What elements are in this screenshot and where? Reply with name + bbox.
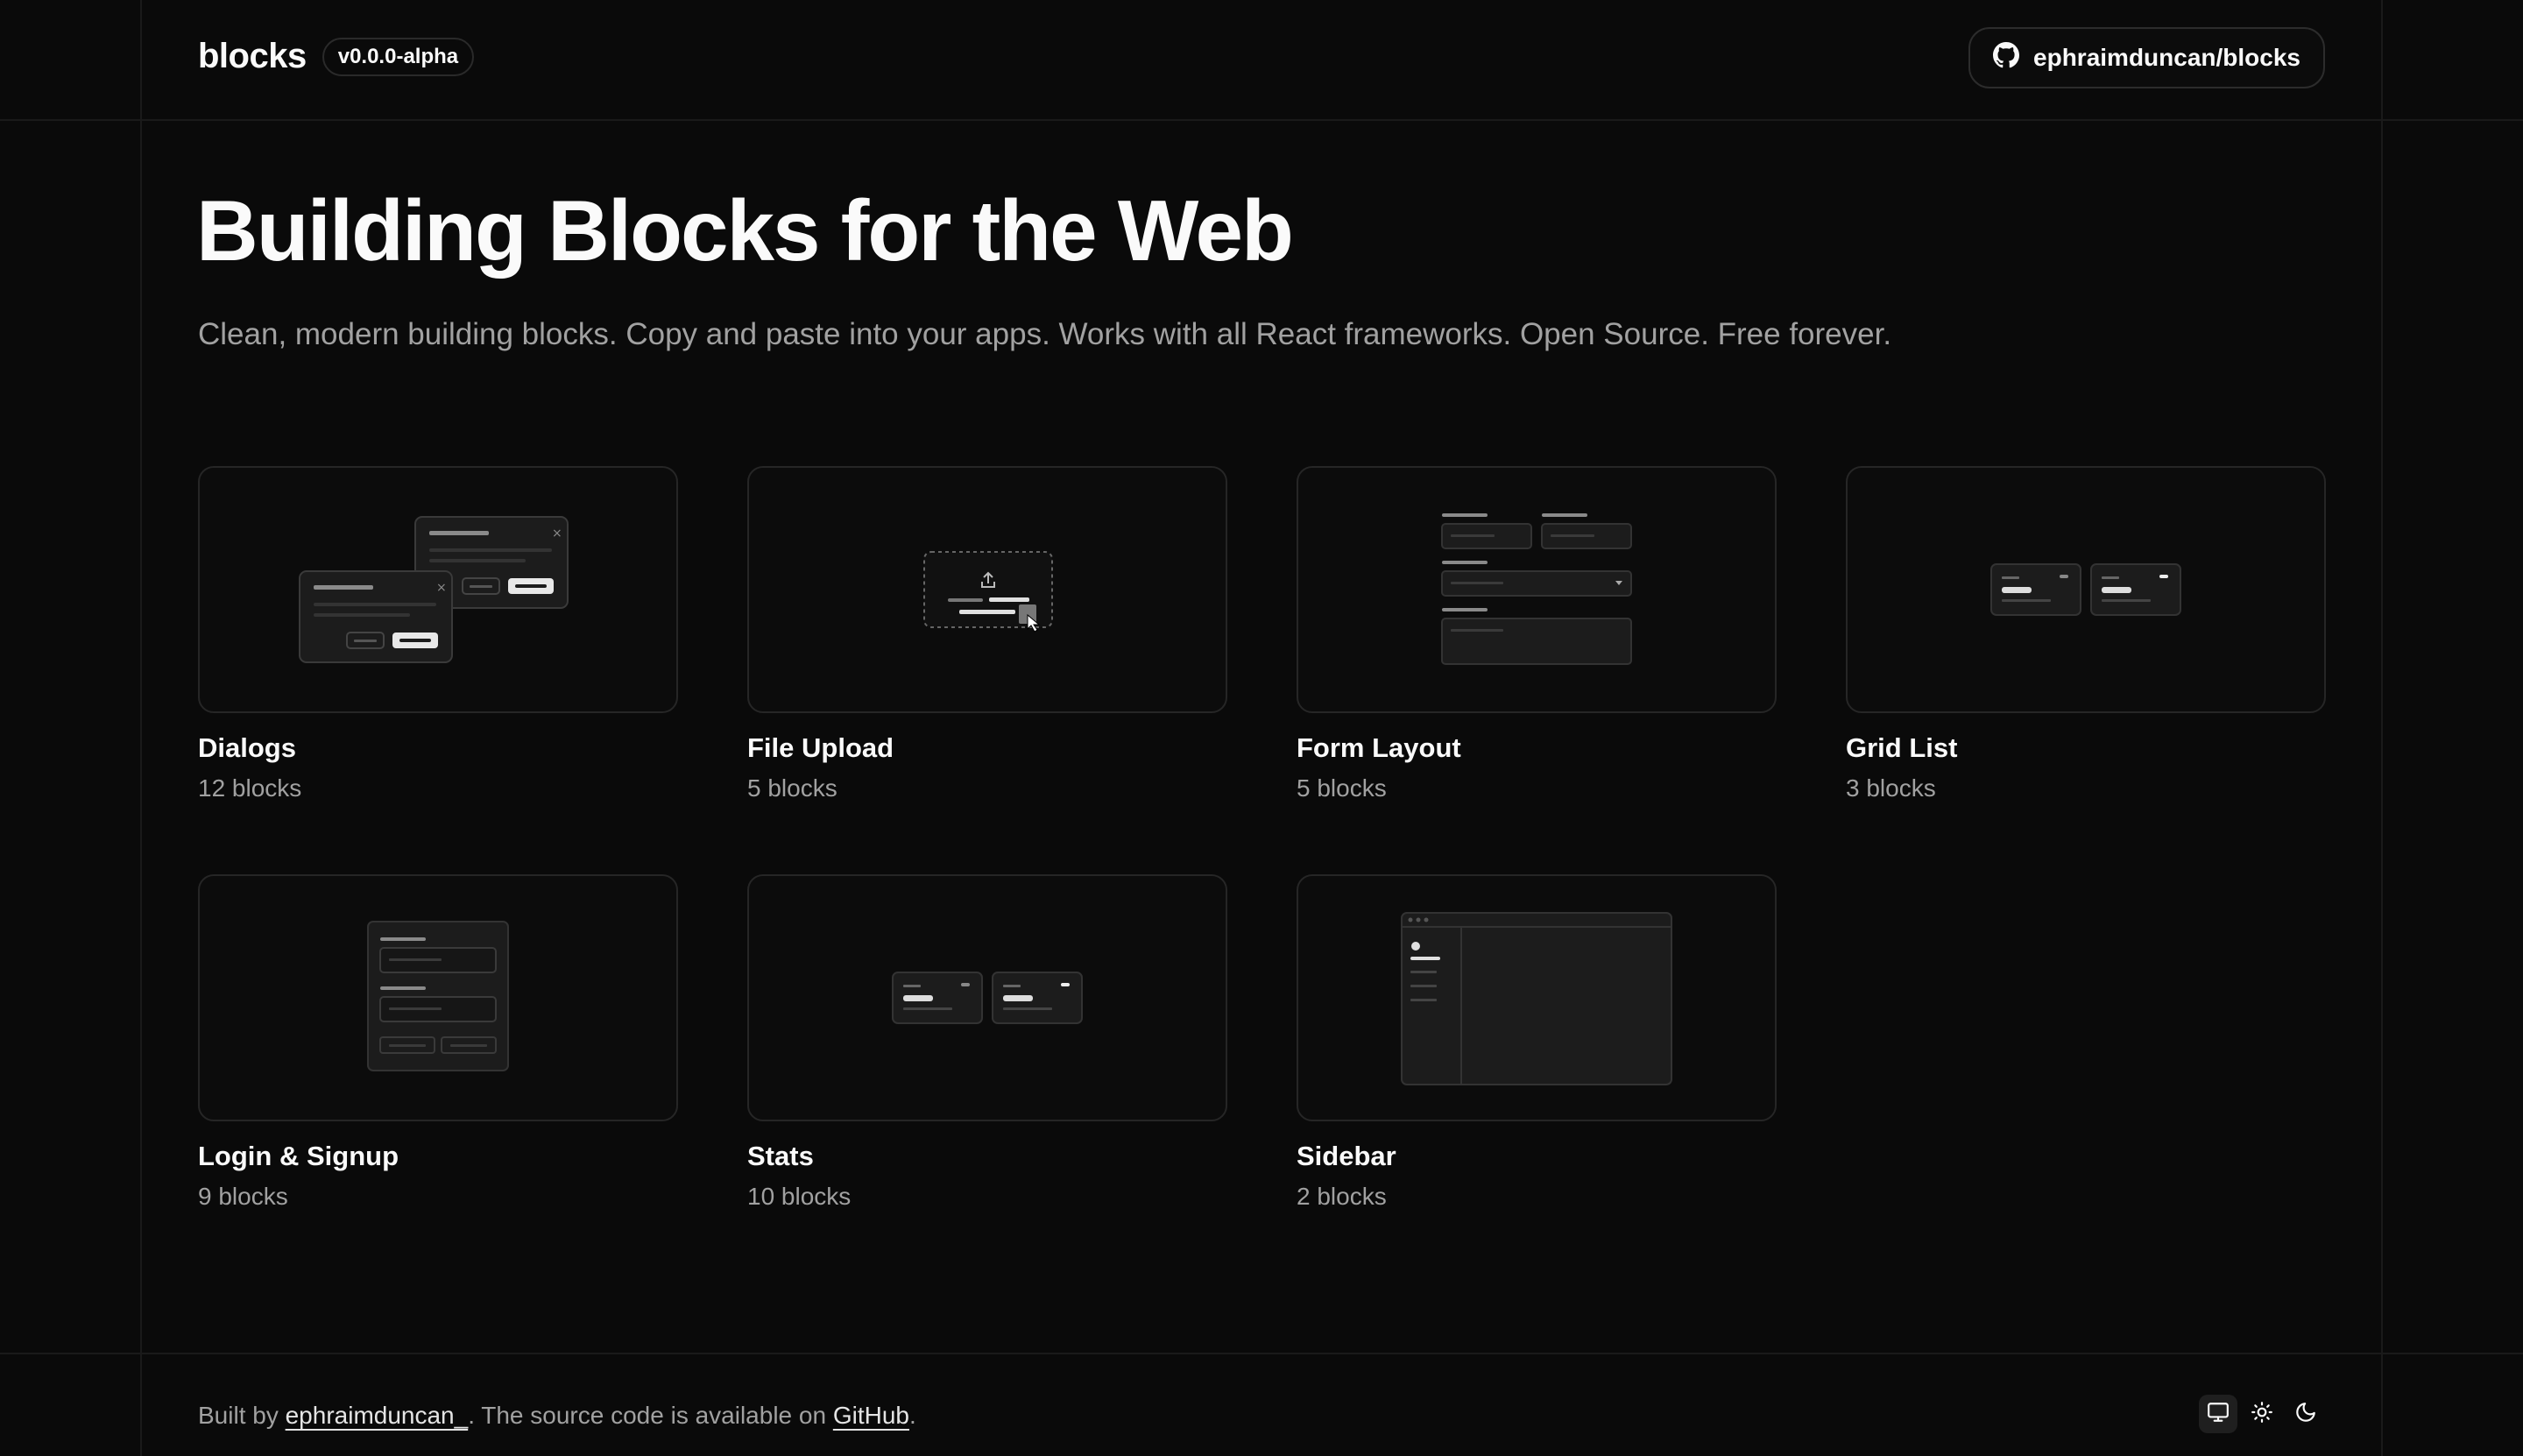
card-count: 9 blocks <box>198 1183 288 1210</box>
stats-preview <box>747 874 1227 1121</box>
brand-name[interactable]: blocks <box>198 37 307 76</box>
card-title: Login & Signup <box>198 1141 399 1171</box>
brand[interactable]: blocks v0.0.0-alpha <box>198 37 475 76</box>
theme-light-button[interactable] <box>2243 1395 2281 1433</box>
github-repo-label: ephraimduncan/blocks <box>2033 44 2300 71</box>
footer-divider <box>0 1353 2523 1354</box>
card-count: 12 blocks <box>198 774 302 802</box>
github-link[interactable]: GitHub <box>833 1402 909 1429</box>
card-count: 3 blocks <box>1846 774 1936 802</box>
stats-illustration <box>892 972 1083 1024</box>
category-card-sidebar[interactable]: Sidebar 2 blocks <box>1297 874 1777 1211</box>
file-upload-illustration <box>923 551 1053 633</box>
grid-list-illustration <box>1990 563 2181 616</box>
dialogs-illustration: × × <box>299 516 569 663</box>
card-title: Stats <box>747 1141 814 1171</box>
category-card-file-upload[interactable]: File Upload 5 blocks <box>747 466 1227 802</box>
guide-line-right <box>2381 0 2383 1456</box>
footer-prefix: Built by <box>198 1402 286 1429</box>
card-title: Form Layout <box>1297 732 1461 763</box>
card-title: Sidebar <box>1297 1141 1396 1171</box>
category-card-grid-list[interactable]: Grid List 3 blocks <box>1846 466 2326 802</box>
login-signup-illustration <box>367 921 509 1071</box>
author-link[interactable]: ephraimduncan_ <box>286 1402 469 1429</box>
card-count: 2 blocks <box>1297 1183 1387 1210</box>
moon-icon <box>2294 1401 2317 1428</box>
category-card-dialogs[interactable]: × × Dialogs 12 blocks <box>198 466 678 802</box>
form-layout-illustration <box>1441 513 1632 665</box>
svg-text:×: × <box>436 581 447 595</box>
version-badge: v0.0.0-alpha <box>322 37 475 76</box>
github-icon <box>1993 41 2020 74</box>
card-title: File Upload <box>747 732 894 763</box>
card-title: Grid List <box>1846 732 1958 763</box>
sidebar-illustration <box>1401 912 1672 1085</box>
category-card-stats[interactable]: Stats 10 blocks <box>747 874 1227 1211</box>
category-card-login-signup[interactable]: Login & Signup 9 blocks <box>198 874 678 1211</box>
guide-line-left <box>140 0 142 1456</box>
theme-system-button[interactable] <box>2199 1395 2237 1433</box>
card-count: 10 blocks <box>747 1183 852 1210</box>
theme-switcher <box>2199 1395 2325 1433</box>
github-repo-button[interactable]: ephraimduncan/blocks <box>1968 27 2325 88</box>
footer-middle: . The source code is available on <box>468 1402 833 1429</box>
sidebar-preview <box>1297 874 1777 1121</box>
page-subtitle: Clean, modern building blocks. Copy and … <box>198 317 1892 351</box>
card-count: 5 blocks <box>747 774 837 802</box>
card-title: Dialogs <box>198 732 296 763</box>
theme-dark-button[interactable] <box>2286 1395 2325 1433</box>
login-signup-preview <box>198 874 678 1121</box>
grid-list-preview <box>1846 466 2326 713</box>
page-title: Building Blocks for the Web <box>196 182 1294 279</box>
category-card-form-layout[interactable]: Form Layout 5 blocks <box>1297 466 1777 802</box>
card-count: 5 blocks <box>1297 774 1387 802</box>
file-upload-preview <box>747 466 1227 713</box>
svg-text:×: × <box>552 527 562 541</box>
form-layout-preview <box>1297 466 1777 713</box>
header-divider <box>0 119 2523 121</box>
footer-suffix: . <box>908 1402 916 1429</box>
monitor-icon <box>2207 1401 2230 1428</box>
footer-attribution: Built by ephraimduncan_. The source code… <box>198 1402 916 1430</box>
dialogs-preview: × × <box>198 466 678 713</box>
sun-icon <box>2251 1401 2273 1428</box>
